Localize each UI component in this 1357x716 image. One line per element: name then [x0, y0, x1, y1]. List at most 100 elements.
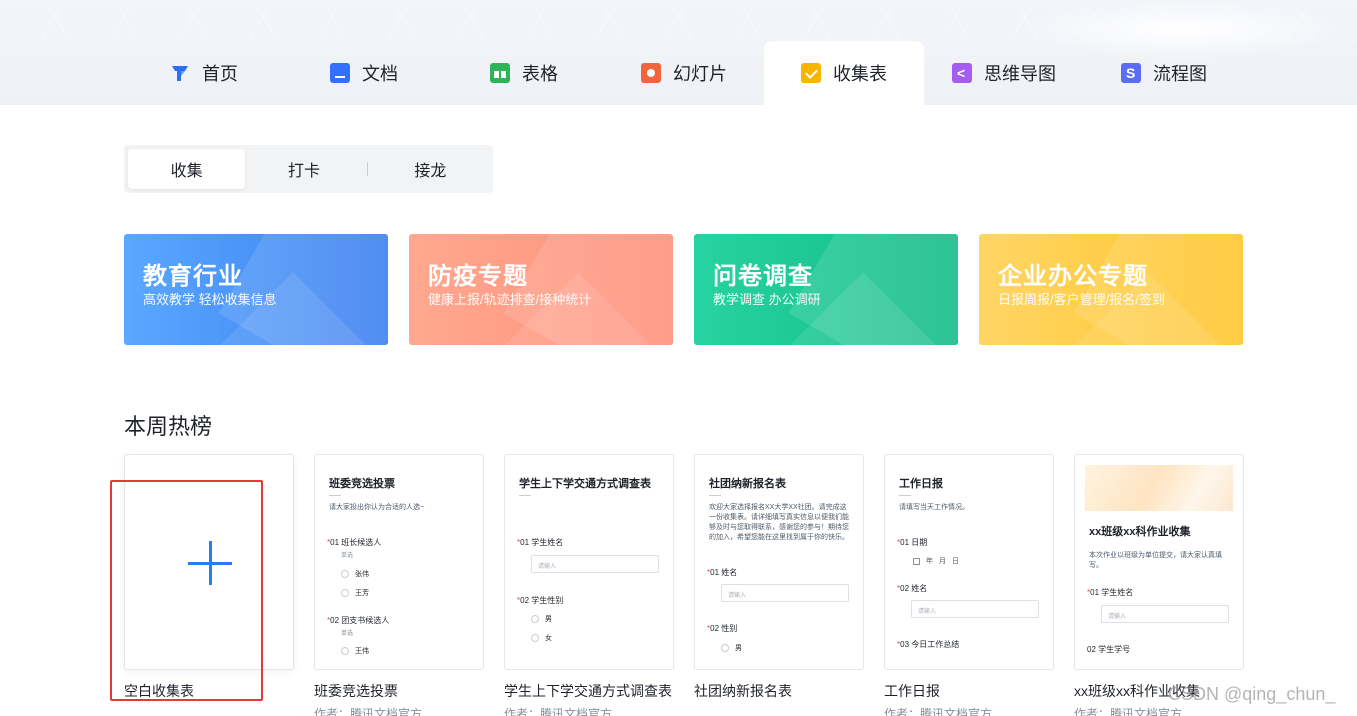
banner-education[interactable]: 教育行业 高效教学 轻松收集信息: [124, 234, 388, 345]
section-title: 本周热榜: [124, 414, 213, 439]
banner-survey[interactable]: 问卷调查 教学调查 办公调研: [694, 234, 958, 345]
radio-option: 张伟: [341, 569, 369, 579]
card-title: 班委竞选投票: [329, 478, 395, 490]
tab-home[interactable]: 首页: [124, 41, 284, 105]
template-card-traffic-survey[interactable]: 学生上下学交通方式调查表 *01 学生姓名 请输入 *02 学生性别 男 女: [504, 454, 674, 670]
mindmap-icon: [952, 63, 972, 83]
card-title: 工作日报: [899, 478, 943, 490]
date-part: 年: [926, 558, 933, 565]
text-input-preview: 请输入: [721, 584, 849, 602]
card-desc: 欢迎大家选择报名XX大学XX社团。请完成这一份收集表。请详细填写真实信息以便我们…: [709, 504, 849, 541]
banner-enterprise[interactable]: 企业办公专题 日报周报/客户管理/报名/签到: [979, 234, 1243, 345]
card-author: 作者：腾讯文档官方: [314, 707, 423, 716]
question-text: 01 日期: [900, 538, 928, 547]
card-title: xx班级xx科作业收集: [1089, 526, 1191, 538]
home-icon: [170, 63, 190, 83]
question-label: *01 学生姓名: [517, 538, 564, 547]
tab-label: 表格: [522, 64, 558, 84]
date-part: 月: [939, 558, 946, 565]
banner-epidemic[interactable]: 防疫专题 健康上报/轨迹排查/接种统计: [409, 234, 673, 345]
question-text: 01 学生姓名: [1090, 588, 1134, 597]
tab-sheet[interactable]: 表格: [444, 41, 604, 105]
card-label-blank[interactable]: 空白收集表: [124, 681, 194, 701]
question-label: *01 日期: [897, 538, 928, 547]
card-desc: 请大家投出你认为合适的人选~: [329, 504, 425, 511]
template-card-homework[interactable]: xx班级xx科作业收集 本次作业以班级为单位提交，请大家认真填写。 *01 学生…: [1074, 454, 1244, 670]
form-icon: [801, 63, 821, 83]
question-label: 02 学生学号: [1087, 644, 1130, 655]
tab-doc[interactable]: 文档: [284, 41, 444, 105]
tab-label: 幻灯片: [673, 64, 727, 84]
title-underline: [709, 495, 721, 496]
segment-collect[interactable]: 收集: [128, 149, 246, 189]
radio-circle: [341, 570, 349, 578]
question-text: 02 团支书候选人: [330, 616, 390, 625]
option-text: 男: [545, 616, 552, 623]
option-text: 王伟: [355, 648, 369, 655]
tab-mindmap[interactable]: 思维导图: [924, 41, 1084, 105]
radio-option: 王伟: [341, 646, 369, 656]
title-underline: [519, 495, 531, 496]
question-text: 01 班长候选人: [330, 538, 382, 547]
question-label: *01 姓名: [707, 568, 738, 577]
question-label: *03 今日工作总结: [897, 640, 960, 649]
title-underline: [329, 495, 341, 496]
card-author: 作者：腾讯文档官方: [504, 707, 613, 716]
radio-option: 女: [531, 633, 552, 643]
tab-form[interactable]: 收集表: [764, 41, 924, 105]
tab-slide[interactable]: 幻灯片: [604, 41, 764, 105]
radio-circle: [721, 644, 729, 652]
date-part: 日: [952, 558, 959, 565]
question-text: 02 学生学号: [1087, 645, 1131, 654]
flowchart-icon: [1121, 63, 1141, 83]
template-card-vote[interactable]: 班委竞选投票 请大家投出你认为合适的人选~ *01 班长候选人 单选 张伟 王芳…: [314, 454, 484, 670]
segment-checkin[interactable]: 打卡: [245, 149, 362, 189]
tab-label: 流程图: [1153, 64, 1207, 84]
card-title: 社团纳新报名表: [709, 478, 786, 490]
radio-circle: [531, 615, 539, 623]
banner-subtitle: 高效教学 轻松收集信息: [143, 292, 277, 307]
card-desc: 请填写当天工作情况。: [899, 504, 969, 511]
template-card-club-signup[interactable]: 社团纳新报名表 欢迎大家选择报名XX大学XX社团。请完成这一份收集表。请详细填写…: [694, 454, 864, 670]
card-label-daily-report[interactable]: 工作日报: [884, 681, 940, 701]
segment-relay[interactable]: 接龙: [372, 149, 489, 189]
question-text: 02 性别: [710, 624, 738, 633]
card-title: 学生上下学交通方式调查表: [519, 478, 651, 490]
tab-label: 首页: [202, 64, 238, 84]
question-text: 02 学生性别: [520, 596, 564, 605]
watermark: CSDN @qing_chun_: [1168, 684, 1336, 704]
card-label-club-signup[interactable]: 社团纳新报名表: [694, 681, 792, 701]
card-label-traffic-survey[interactable]: 学生上下学交通方式调查表: [504, 681, 672, 701]
tab-label: 思维导图: [984, 64, 1056, 84]
card-cover-image: [1085, 465, 1233, 511]
question-hint: 单选: [341, 553, 354, 559]
segment-divider: [366, 162, 368, 176]
category-segment: 收集 打卡 接龙: [124, 145, 493, 193]
date-picker-preview: 年 月 日: [913, 556, 959, 566]
slide-icon: [641, 63, 661, 83]
text-input-preview: 请输入: [1101, 605, 1229, 623]
banner-subtitle: 教学调查 办公调研: [713, 292, 821, 307]
plus-icon: [188, 541, 232, 585]
banner-subtitle: 健康上报/轨迹排查/接种统计: [428, 292, 592, 307]
calendar-icon: [913, 557, 920, 565]
radio-circle: [341, 589, 349, 597]
card-author: 作者：腾讯文档官方: [1074, 707, 1183, 716]
option-text: 张伟: [355, 571, 369, 578]
option-text: 男: [735, 645, 742, 652]
card-label-vote[interactable]: 班委竞选投票: [314, 681, 398, 701]
tab-label: 文档: [362, 64, 398, 84]
question-text: 01 姓名: [710, 568, 738, 577]
question-hint: 单选: [341, 631, 354, 637]
doc-type-tabs: 首页 文档 表格 幻灯片 收集表 思维导图 流程图: [124, 41, 1244, 105]
doc-icon: [330, 63, 350, 83]
question-label: *02 性别: [707, 624, 738, 633]
radio-option: 男: [531, 614, 552, 624]
question-label: *02 学生性别: [517, 596, 564, 605]
question-text: 01 学生姓名: [520, 538, 564, 547]
title-underline: [899, 495, 911, 496]
template-card-daily-report[interactable]: 工作日报 请填写当天工作情况。 *01 日期 年 月 日 *02 姓名 请输入 …: [884, 454, 1054, 670]
question-label: *01 班长候选人: [327, 538, 382, 547]
blank-form-card[interactable]: [124, 454, 294, 670]
tab-flowchart[interactable]: 流程图: [1084, 41, 1244, 105]
